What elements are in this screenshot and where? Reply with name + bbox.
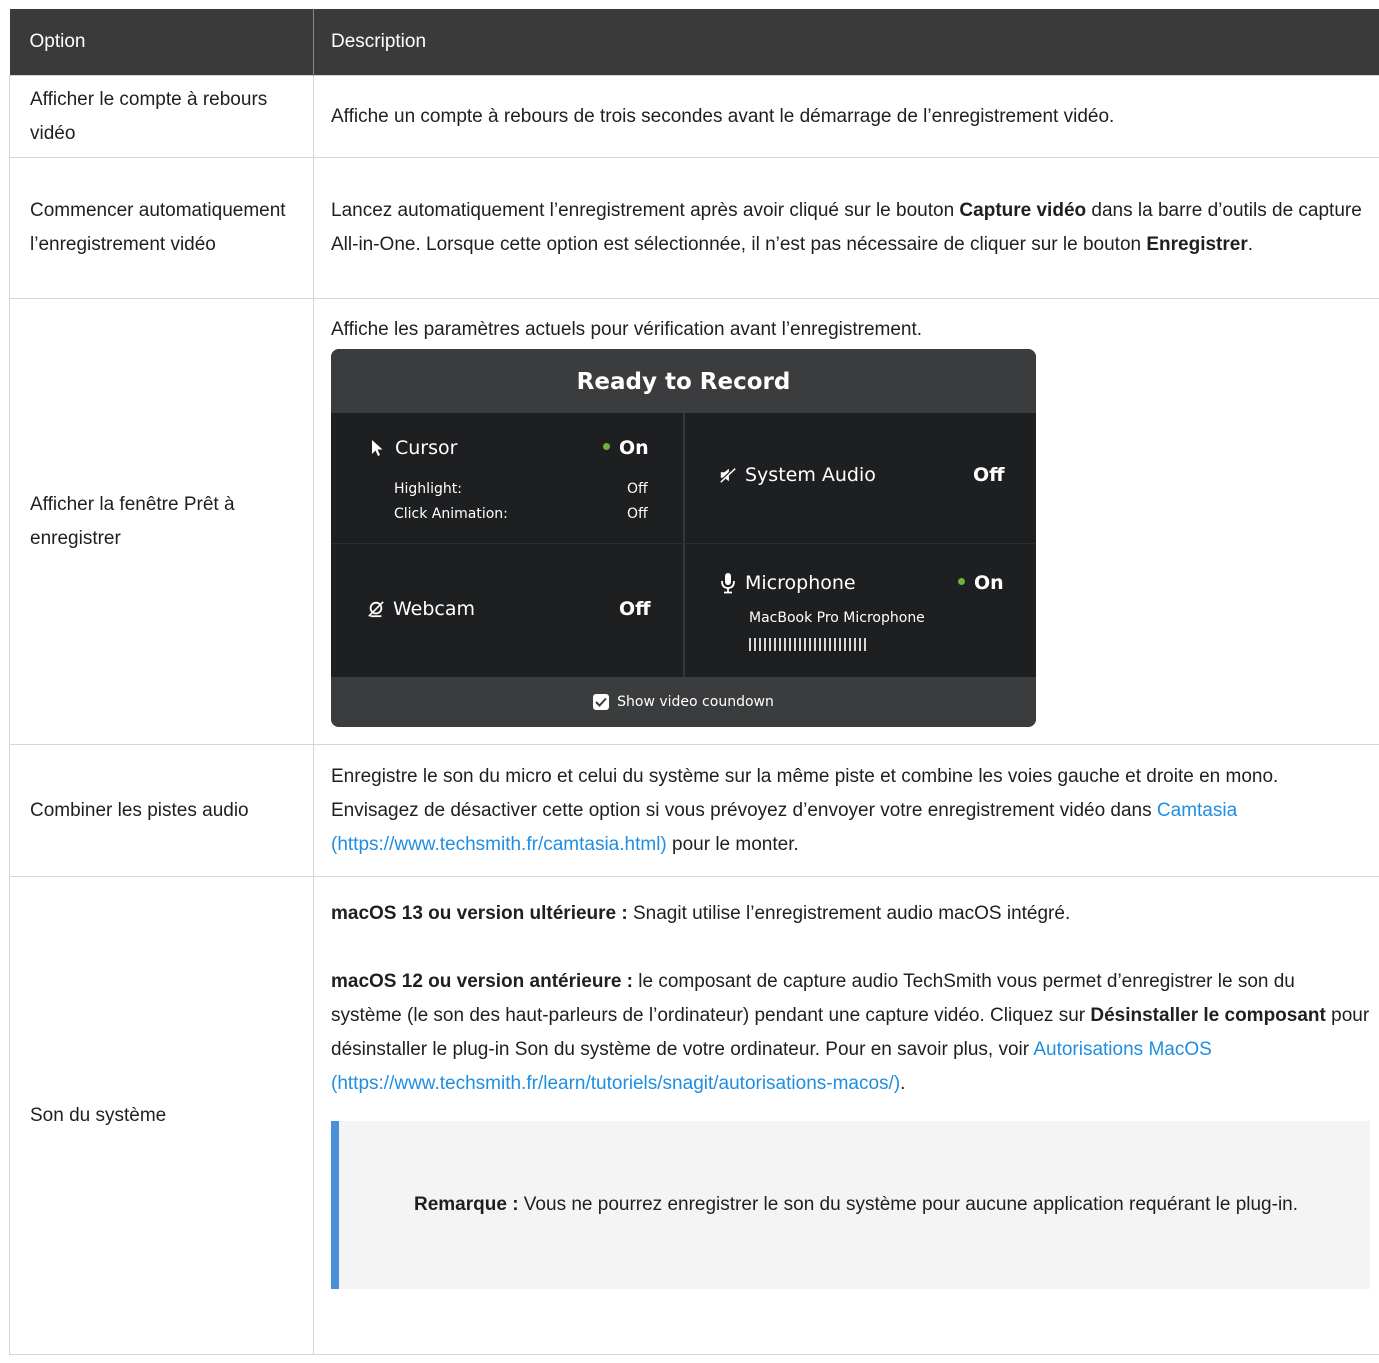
options-table-container: Option Description Afficher le compte à …	[9, 9, 1379, 1363]
desc-text: Affiche les paramètres actuels pour véri…	[331, 319, 923, 340]
desc-text: Lancez automatiquement l’enregistrement …	[331, 200, 960, 221]
desc-text: pour le monter.	[666, 833, 799, 855]
level-bar	[774, 638, 776, 651]
microphone-setting: Microphone	[719, 572, 856, 594]
level-bar	[754, 638, 756, 651]
uninstall-component-term: Désinstaller le composant	[1090, 1005, 1326, 1026]
level-bar	[764, 638, 766, 651]
capture-video-term: Capture vidéo	[959, 200, 1087, 221]
level-bar	[749, 638, 751, 651]
on-indicator-dot	[603, 443, 610, 450]
microphone-state-text: On	[974, 572, 1004, 594]
level-bar	[829, 638, 831, 651]
table-row: Commencer automatiquement l’enregistreme…	[9, 157, 1379, 299]
show-countdown-label: Show video coundown	[617, 694, 774, 710]
macos12-term: macOS 12 ou version antérieure :	[331, 971, 634, 992]
record-term: Enregistrer	[1146, 234, 1248, 255]
description-cell: macOS 13 ou version ultérieure : Snagit …	[313, 876, 1379, 1355]
level-bar	[759, 638, 761, 651]
webcam-setting: Webcam	[367, 598, 475, 620]
note-label: Remarque :	[414, 1194, 519, 1215]
description-cell: Affiche un compte à rebours de trois sec…	[313, 75, 1379, 158]
header-description: Description	[313, 9, 1379, 76]
cursor-arrow-icon	[369, 438, 387, 458]
level-bar	[804, 638, 806, 651]
macos12-paragraph: macOS 12 ou version antérieure : le comp…	[331, 965, 1370, 1101]
click-animation-value: Off	[627, 506, 648, 522]
header-option: Option	[9, 9, 314, 76]
system-audio-state: Off	[973, 464, 1005, 486]
option-cell: Son du système	[9, 876, 314, 1355]
ready-to-record-title: Ready to Record	[331, 349, 1036, 413]
table-row: Afficher le compte à rebours vidéo Affic…	[9, 75, 1379, 158]
system-audio-setting: System Audio	[719, 464, 876, 486]
option-cell: Commencer automatiquement l’enregistreme…	[9, 157, 314, 299]
level-bar	[789, 638, 791, 651]
speaker-muted-icon	[719, 465, 737, 485]
desc-text: Snagit utilise l’enregistrement audio ma…	[627, 903, 1071, 924]
desc-text: .	[900, 1073, 906, 1094]
level-bar	[784, 638, 786, 651]
table-row: Afficher la fenêtre Prêt à enregistrer A…	[9, 298, 1379, 745]
level-bar	[799, 638, 801, 651]
grid-divider	[683, 413, 685, 677]
table-row: Combiner les pistes audio Enregistre le …	[9, 744, 1379, 877]
macos13-term: macOS 13 ou version ultérieure :	[331, 903, 628, 924]
cursor-state: On	[603, 437, 649, 459]
microphone-label: Microphone	[745, 572, 856, 594]
highlight-value: Off	[627, 481, 648, 497]
level-bar	[814, 638, 816, 651]
webcam-state: Off	[619, 598, 651, 620]
description-cell: Affiche les paramètres actuels pour véri…	[313, 298, 1379, 745]
note-body: Vous ne pourrez enregistrer le son du sy…	[518, 1194, 1299, 1215]
on-indicator-dot	[958, 578, 965, 585]
description-cell: Lancez automatiquement l’enregistrement …	[313, 157, 1379, 299]
macos13-paragraph: macOS 13 ou version ultérieure : Snagit …	[331, 897, 1370, 931]
level-bar	[834, 638, 836, 651]
description-cell: Enregistre le son du micro et celui du s…	[313, 744, 1379, 877]
level-bar	[859, 638, 861, 651]
level-bar	[769, 638, 771, 651]
table-header-row: Option Description	[9, 9, 1379, 76]
note-callout: Remarque : Vous ne pourrez enregistrer l…	[331, 1121, 1370, 1289]
level-bar	[854, 638, 856, 651]
cursor-state-text: On	[619, 437, 649, 459]
table-row: Son du système macOS 13 ou version ultér…	[9, 876, 1379, 1355]
webcam-off-icon	[367, 599, 385, 619]
click-animation-label: Click Animation:	[394, 506, 508, 522]
options-table: Option Description Afficher le compte à …	[9, 9, 1379, 1355]
level-bar	[864, 638, 866, 651]
option-cell: Afficher la fenêtre Prêt à enregistrer	[9, 298, 314, 745]
level-bar	[824, 638, 826, 651]
show-countdown-checkbox	[593, 694, 610, 710]
level-bar	[839, 638, 841, 651]
option-cell: Combiner les pistes audio	[9, 744, 314, 877]
cursor-setting: Cursor	[369, 437, 457, 459]
level-bar	[794, 638, 796, 651]
level-bar	[849, 638, 851, 651]
system-audio-label: System Audio	[745, 464, 876, 486]
desc-text: .	[1247, 234, 1254, 255]
note-text: Remarque : Vous ne pourrez enregistrer l…	[414, 1188, 1298, 1222]
ready-to-record-grid: Cursor On Highlight: Off Click Animation…	[331, 413, 1036, 677]
microphone-icon	[719, 573, 737, 594]
level-bar	[819, 638, 821, 651]
cursor-label: Cursor	[395, 437, 458, 459]
show-countdown-option: Show video coundown	[331, 677, 1036, 727]
level-bar	[809, 638, 811, 651]
ready-to-record-panel: Ready to Record Cursor On Highlight: Off…	[331, 349, 1036, 727]
option-cell: Afficher le compte à rebours vidéo	[9, 75, 314, 158]
webcam-label: Webcam	[393, 598, 476, 620]
microphone-level-meter	[749, 638, 866, 651]
grid-divider	[331, 543, 1036, 544]
level-bar	[779, 638, 781, 651]
level-bar	[844, 638, 846, 651]
desc-text: Enregistre le son du micro et celui du s…	[331, 765, 1279, 821]
microphone-state: On	[958, 572, 1004, 594]
highlight-label: Highlight:	[394, 481, 462, 497]
microphone-device: MacBook Pro Microphone	[749, 610, 925, 626]
